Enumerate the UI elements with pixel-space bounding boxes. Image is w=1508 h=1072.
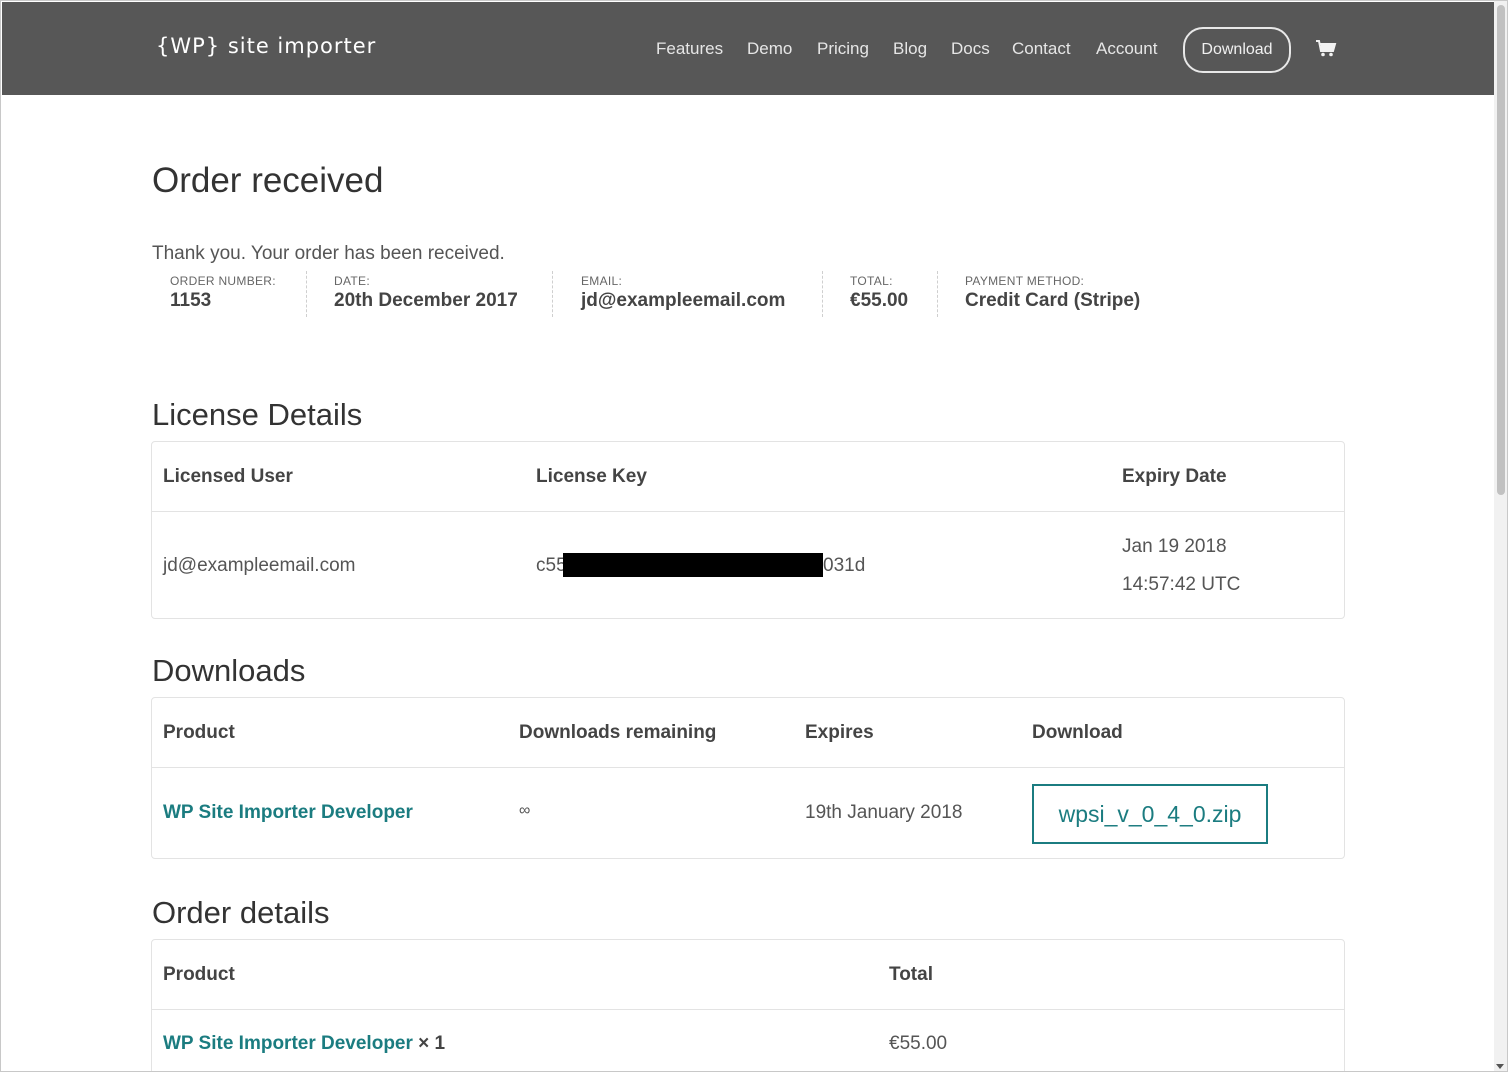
col-total: Total [889, 964, 933, 985]
license-heading: License Details [152, 397, 363, 432]
payment-label: Payment method: [965, 274, 1085, 288]
col-licensed-user: Licensed User [163, 466, 293, 487]
browser-viewport: {WP} site importer Features Demo Pricing… [0, 0, 1508, 1072]
page-title: Order received [152, 161, 384, 200]
downloads-remaining-value: ∞ [519, 802, 531, 819]
licensed-user-value: jd@exampleemail.com [163, 555, 356, 576]
cart-icon[interactable] [1315, 39, 1337, 57]
nav-pricing[interactable]: Pricing [817, 39, 869, 59]
order-item-total: €55.00 [889, 1033, 948, 1054]
nav-contact[interactable]: Contact [1012, 39, 1071, 59]
email-label: Email: [581, 274, 623, 288]
col-license-key: License Key [536, 466, 647, 487]
overview-total: Total: €55.00 [822, 271, 938, 317]
scroll-down-arrow-icon[interactable] [1496, 1064, 1504, 1069]
expiry-date-value: Jan 19 2018 [1122, 536, 1227, 557]
col-expiry-date: Expiry Date [1122, 466, 1227, 487]
order-details-table: Product Total WP Site Importer Developer… [151, 939, 1345, 1071]
order-product-link[interactable]: WP Site Importer Developer [163, 1033, 413, 1054]
downloads-table: Product Downloads remaining Expires Down… [151, 697, 1345, 859]
downloads-heading: Downloads [152, 653, 306, 688]
redaction-bar [563, 553, 823, 577]
download-expires-value: 19th January 2018 [805, 802, 963, 823]
page-scrollbar[interactable] [1494, 1, 1507, 1071]
order-number-value: 1153 [170, 290, 212, 311]
nav-docs[interactable]: Docs [951, 39, 990, 59]
overview-payment: Payment method: Credit Card (Stripe) [937, 271, 1167, 317]
download-nav-button[interactable]: Download [1183, 27, 1291, 73]
download-file-button[interactable]: wpsi_v_0_4_0.zip [1032, 784, 1268, 844]
col-product: Product [163, 722, 235, 743]
table-header-row: Product Total [152, 940, 1344, 1010]
overview-date: Date: 20th December 2017 [306, 271, 553, 317]
overview-email: Email: jd@exampleemail.com [552, 271, 823, 317]
email-value: jd@exampleemail.com [581, 290, 786, 311]
download-product-link[interactable]: WP Site Importer Developer [163, 802, 413, 824]
license-table: Licensed User License Key Expiry Date jd… [151, 441, 1345, 619]
order-item: WP Site Importer Developer × 1 [163, 1033, 445, 1055]
total-value: €55.00 [850, 290, 909, 311]
date-value: 20th December 2017 [334, 290, 518, 311]
overview-order-number: Order number: 1153 [152, 271, 307, 317]
order-details-heading: Order details [152, 895, 330, 930]
nav-blog[interactable]: Blog [893, 39, 927, 59]
license-key-suffix: 031d [823, 555, 866, 576]
col-downloads-remaining: Downloads remaining [519, 722, 717, 743]
nav-demo[interactable]: Demo [747, 39, 792, 59]
thank-you-message: Thank you. Your order has been received. [152, 243, 505, 264]
date-label: Date: [334, 274, 370, 288]
scrollbar-thumb[interactable] [1497, 5, 1505, 495]
col-expires: Expires [805, 722, 874, 743]
site-logo[interactable]: {WP} site importer [156, 34, 376, 58]
payment-value: Credit Card (Stripe) [965, 290, 1141, 311]
table-header-row: Licensed User License Key Expiry Date [152, 442, 1344, 512]
nav-features[interactable]: Features [656, 39, 723, 59]
order-quantity: × 1 [418, 1033, 446, 1054]
expiry-time-value: 14:57:42 UTC [1122, 574, 1241, 595]
order-number-label: Order number: [170, 274, 276, 288]
site-header: {WP} site importer Features Demo Pricing… [2, 2, 1494, 95]
col-product: Product [163, 964, 235, 985]
total-label: Total: [850, 274, 893, 288]
col-download: Download [1032, 722, 1123, 743]
nav-account[interactable]: Account [1096, 39, 1157, 59]
table-header-row: Product Downloads remaining Expires Down… [152, 698, 1344, 768]
